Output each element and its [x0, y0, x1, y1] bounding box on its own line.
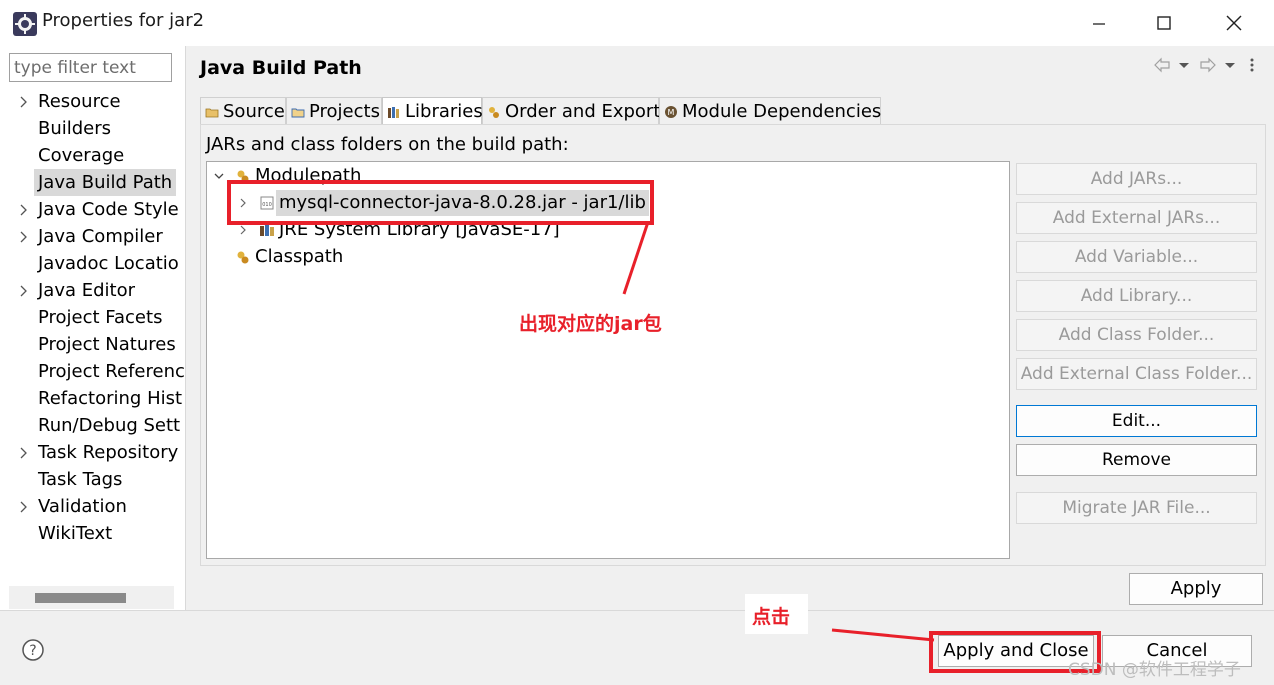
filter-input[interactable] — [9, 53, 172, 82]
help-icon[interactable]: ? — [21, 638, 45, 662]
minimize-icon — [1093, 23, 1105, 25]
order-export-icon — [489, 107, 499, 118]
project-folder-icon — [291, 108, 305, 118]
view-menu-icon[interactable] — [1247, 55, 1257, 75]
nav-item-resource[interactable]: Resource — [0, 88, 184, 115]
tab-libraries[interactable]: Libraries — [382, 97, 483, 124]
library-icon — [388, 107, 399, 118]
chevron-right-icon[interactable] — [17, 500, 31, 514]
close-icon — [1226, 15, 1242, 31]
chevron-right-icon[interactable] — [17, 203, 31, 217]
add-external-class-folder-button[interactable]: Add External Class Folder... — [1016, 358, 1257, 390]
close-window-button[interactable] — [1199, 0, 1269, 46]
page-title: Java Build Path — [200, 57, 362, 79]
nav-item-project-facets[interactable]: Project Facets — [0, 304, 184, 331]
eclipse-icon — [13, 12, 37, 36]
maximize-button[interactable] — [1129, 0, 1199, 46]
nav-item-run-debug-settings[interactable]: Run/Debug Sett — [0, 412, 184, 439]
nav-item-java-compiler[interactable]: Java Compiler — [0, 223, 184, 250]
tab-order-and-export[interactable]: Order and Export — [482, 97, 660, 124]
classpath-icon — [237, 251, 249, 264]
annotation-click-note: 点击 — [752, 606, 791, 628]
chevron-right-icon[interactable] — [17, 230, 31, 244]
nav-item-coverage[interactable]: Coverage — [0, 142, 184, 169]
nav-item-project-natures[interactable]: Project Natures — [0, 331, 184, 358]
nav-tree: Resource Builders Coverage Java Build Pa… — [0, 88, 184, 558]
tab-module-dependencies[interactable]: M Module Dependencies — [659, 97, 881, 124]
chevron-right-icon[interactable] — [17, 446, 31, 460]
forward-dropdown-icon[interactable] — [1223, 55, 1237, 75]
chevron-right-icon[interactable] — [237, 224, 249, 236]
add-library-button[interactable]: Add Library... — [1016, 280, 1257, 312]
apply-button[interactable]: Apply — [1129, 573, 1263, 605]
source-folder-icon — [205, 108, 219, 118]
nav-item-task-repository[interactable]: Task Repository — [0, 439, 184, 466]
footer-divider — [0, 610, 1274, 611]
tab-projects[interactable]: Projects — [286, 97, 382, 124]
minimize-button[interactable] — [1064, 0, 1134, 46]
nav-item-refactoring-history[interactable]: Refactoring Hist — [0, 385, 184, 412]
nav-item-project-references[interactable]: Project Referenc — [0, 358, 184, 385]
window-title: Properties for jar2 — [42, 10, 205, 31]
annotation-jar-note: 出现对应的jar包 — [519, 313, 662, 335]
svg-text:M: M — [668, 108, 675, 117]
nav-item-java-code-style[interactable]: Java Code Style — [0, 196, 184, 223]
nav-item-java-build-path[interactable]: Java Build Path — [0, 169, 184, 196]
nav-item-task-tags[interactable]: Task Tags — [0, 466, 184, 493]
nav-item-builders[interactable]: Builders — [0, 115, 184, 142]
nav-item-wikitext[interactable]: WikiText — [0, 520, 184, 547]
back-dropdown-icon[interactable] — [1177, 55, 1191, 75]
annotation-box-jar — [227, 180, 654, 225]
forward-arrow-icon[interactable] — [1199, 55, 1217, 75]
nav-item-javadoc-location[interactable]: Javadoc Locatio — [0, 250, 184, 277]
add-variable-button[interactable]: Add Variable... — [1016, 241, 1257, 273]
nav-item-validation[interactable]: Validation — [0, 493, 184, 520]
edit-button[interactable]: Edit... — [1016, 405, 1257, 437]
back-arrow-icon[interactable] — [1153, 55, 1171, 75]
annotation-line-click — [831, 628, 935, 642]
tab-source[interactable]: Source — [200, 97, 286, 124]
scrollbar-thumb[interactable] — [35, 593, 126, 603]
chevron-down-icon[interactable] — [213, 170, 225, 182]
add-class-folder-button[interactable]: Add Class Folder... — [1016, 319, 1257, 351]
build-path-label: JARs and class folders on the build path… — [206, 134, 569, 155]
add-external-jars-button[interactable]: Add External JARs... — [1016, 202, 1257, 234]
nav-item-java-editor[interactable]: Java Editor — [0, 277, 184, 304]
remove-button[interactable]: Remove — [1016, 444, 1257, 476]
add-jars-button[interactable]: Add JARs... — [1016, 163, 1257, 195]
watermark: CSDN @软件工程学子 — [1068, 660, 1241, 680]
migrate-jar-button[interactable]: Migrate JAR File... — [1016, 492, 1257, 524]
svg-text:?: ? — [29, 643, 36, 659]
chevron-right-icon[interactable] — [17, 95, 31, 109]
chevron-right-icon[interactable] — [17, 284, 31, 298]
module-icon: M — [665, 106, 677, 118]
maximize-icon — [1157, 16, 1171, 30]
annotation-line-jar — [622, 221, 650, 295]
